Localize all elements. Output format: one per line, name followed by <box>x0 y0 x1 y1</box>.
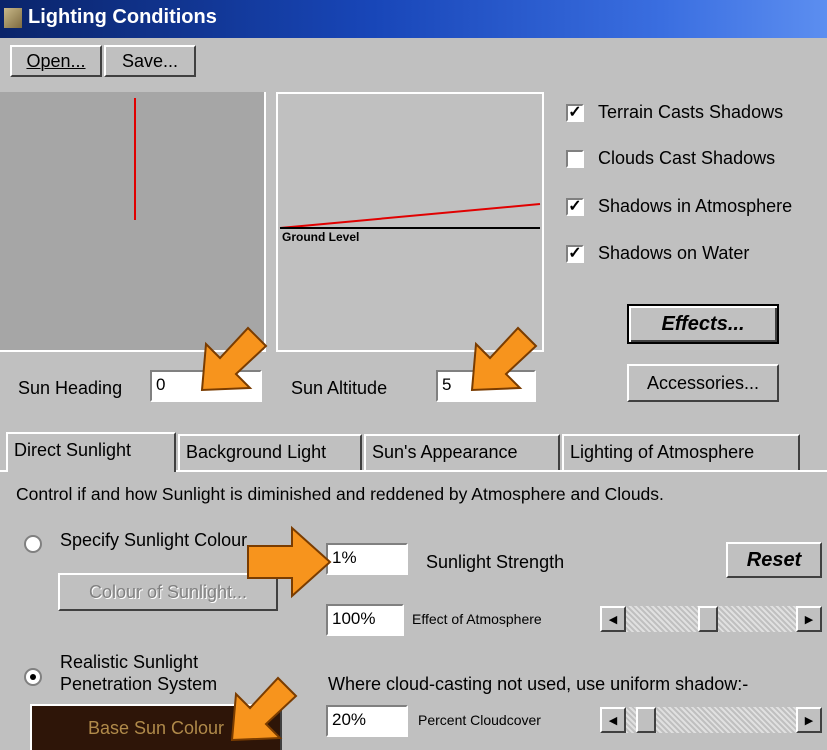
tab-direct-sunlight[interactable]: Direct Sunlight <box>6 432 176 472</box>
direct-sunlight-description: Control if and how Sunlight is diminishe… <box>16 484 664 504</box>
reset-button-label: Reset <box>746 548 802 571</box>
arrow-sunlight-strength-icon <box>247 525 332 599</box>
window-title: Lighting Conditions <box>28 6 217 28</box>
app-icon <box>4 8 22 28</box>
tab-direct-sunlight-label: Direct Sunlight <box>14 440 132 460</box>
base-sun-colour-label: Base Sun Colour <box>87 717 225 738</box>
arrow-base-sun-colour-icon <box>230 676 298 742</box>
sun-altitude-preview: Ground Level <box>276 92 544 352</box>
sunlight-strength-input[interactable]: 1% <box>326 543 408 575</box>
terrain-shadows-label: Terrain Casts Shadows <box>598 102 784 122</box>
atmosphere-shadows-label: Shadows in Atmosphere <box>598 196 793 216</box>
altitude-line <box>279 203 541 229</box>
atmosphere-effect-slider[interactable]: ◀ ▶ <box>600 606 822 632</box>
reset-button[interactable]: Reset <box>726 542 822 578</box>
accessories-button-label: Accessories... <box>646 372 760 393</box>
terrain-shadows-checkbox[interactable]: ✓ <box>566 104 584 122</box>
water-shadows-label: Shadows on Water <box>598 243 750 263</box>
save-button[interactable]: Save... <box>104 45 196 77</box>
uniform-shadow-label: Where cloud-casting not used, use unifor… <box>328 674 749 694</box>
atmosphere-shadows-option[interactable]: ✓ Shadows in Atmosphere <box>566 194 827 222</box>
water-shadows-option[interactable]: ✓ Shadows on Water <box>566 241 827 269</box>
effects-button[interactable]: Effects... <box>627 304 779 344</box>
water-shadows-checkbox[interactable]: ✓ <box>566 245 584 263</box>
tab-lighting-atmosphere[interactable]: Lighting of Atmosphere <box>562 434 800 470</box>
ground-level-label: Ground Level <box>282 230 360 244</box>
arrow-sun-heading-icon <box>200 326 268 392</box>
realistic-sunlight-radio[interactable] <box>24 668 42 686</box>
slider-thumb[interactable] <box>698 606 718 632</box>
realistic-sunlight-label-1: Realistic Sunlight <box>60 652 199 672</box>
arrow-sun-altitude-icon <box>470 326 538 392</box>
clouds-shadows-label: Clouds Cast Shadows <box>598 148 776 168</box>
sun-altitude-label: Sun Altitude <box>291 378 388 398</box>
tab-suns-appearance-label: Sun's Appearance <box>372 442 518 462</box>
clouds-shadows-checkbox[interactable] <box>566 150 584 168</box>
heading-line <box>134 98 136 220</box>
atmosphere-effect-label: Effect of Atmosphere <box>412 611 542 627</box>
slider-right-arrow-icon[interactable]: ▶ <box>796 606 822 632</box>
specify-colour-radio[interactable] <box>24 535 42 553</box>
cloudcover-label: Percent Cloudcover <box>418 712 541 728</box>
sun-heading-preview <box>0 92 266 352</box>
terrain-shadows-option[interactable]: ✓ Terrain Casts Shadows <box>566 100 827 128</box>
save-button-label: Save... <box>121 50 179 71</box>
atmosphere-effect-input[interactable]: 100% <box>326 604 404 636</box>
altitude-graph <box>279 203 541 229</box>
slider-thumb[interactable] <box>636 707 656 733</box>
accessories-button[interactable]: Accessories... <box>627 364 779 402</box>
slider-left-arrow-icon[interactable]: ◀ <box>600 707 626 733</box>
tab-suns-appearance[interactable]: Sun's Appearance <box>364 434 560 470</box>
slider-left-arrow-icon[interactable]: ◀ <box>600 606 626 632</box>
tab-lighting-atmosphere-label: Lighting of Atmosphere <box>570 442 755 462</box>
atmosphere-shadows-checkbox[interactable]: ✓ <box>566 198 584 216</box>
tab-background-light[interactable]: Background Light <box>178 434 362 470</box>
clouds-shadows-option[interactable]: Clouds Cast Shadows <box>566 146 827 174</box>
effects-button-label: Effects... <box>661 312 745 335</box>
cloudcover-slider[interactable]: ◀ ▶ <box>600 707 822 733</box>
slider-right-arrow-icon[interactable]: ▶ <box>796 707 822 733</box>
sun-heading-label: Sun Heading <box>18 378 123 398</box>
colour-of-sunlight-label: Colour of Sunlight... <box>88 581 248 602</box>
cloudcover-input[interactable]: 20% <box>326 705 408 737</box>
sunlight-strength-label: Sunlight Strength <box>426 552 565 572</box>
open-button-label: Open... <box>26 50 86 71</box>
open-button[interactable]: Open... <box>10 45 102 77</box>
tab-background-light-label: Background Light <box>186 442 327 462</box>
title-bar: Lighting Conditions <box>0 0 827 38</box>
